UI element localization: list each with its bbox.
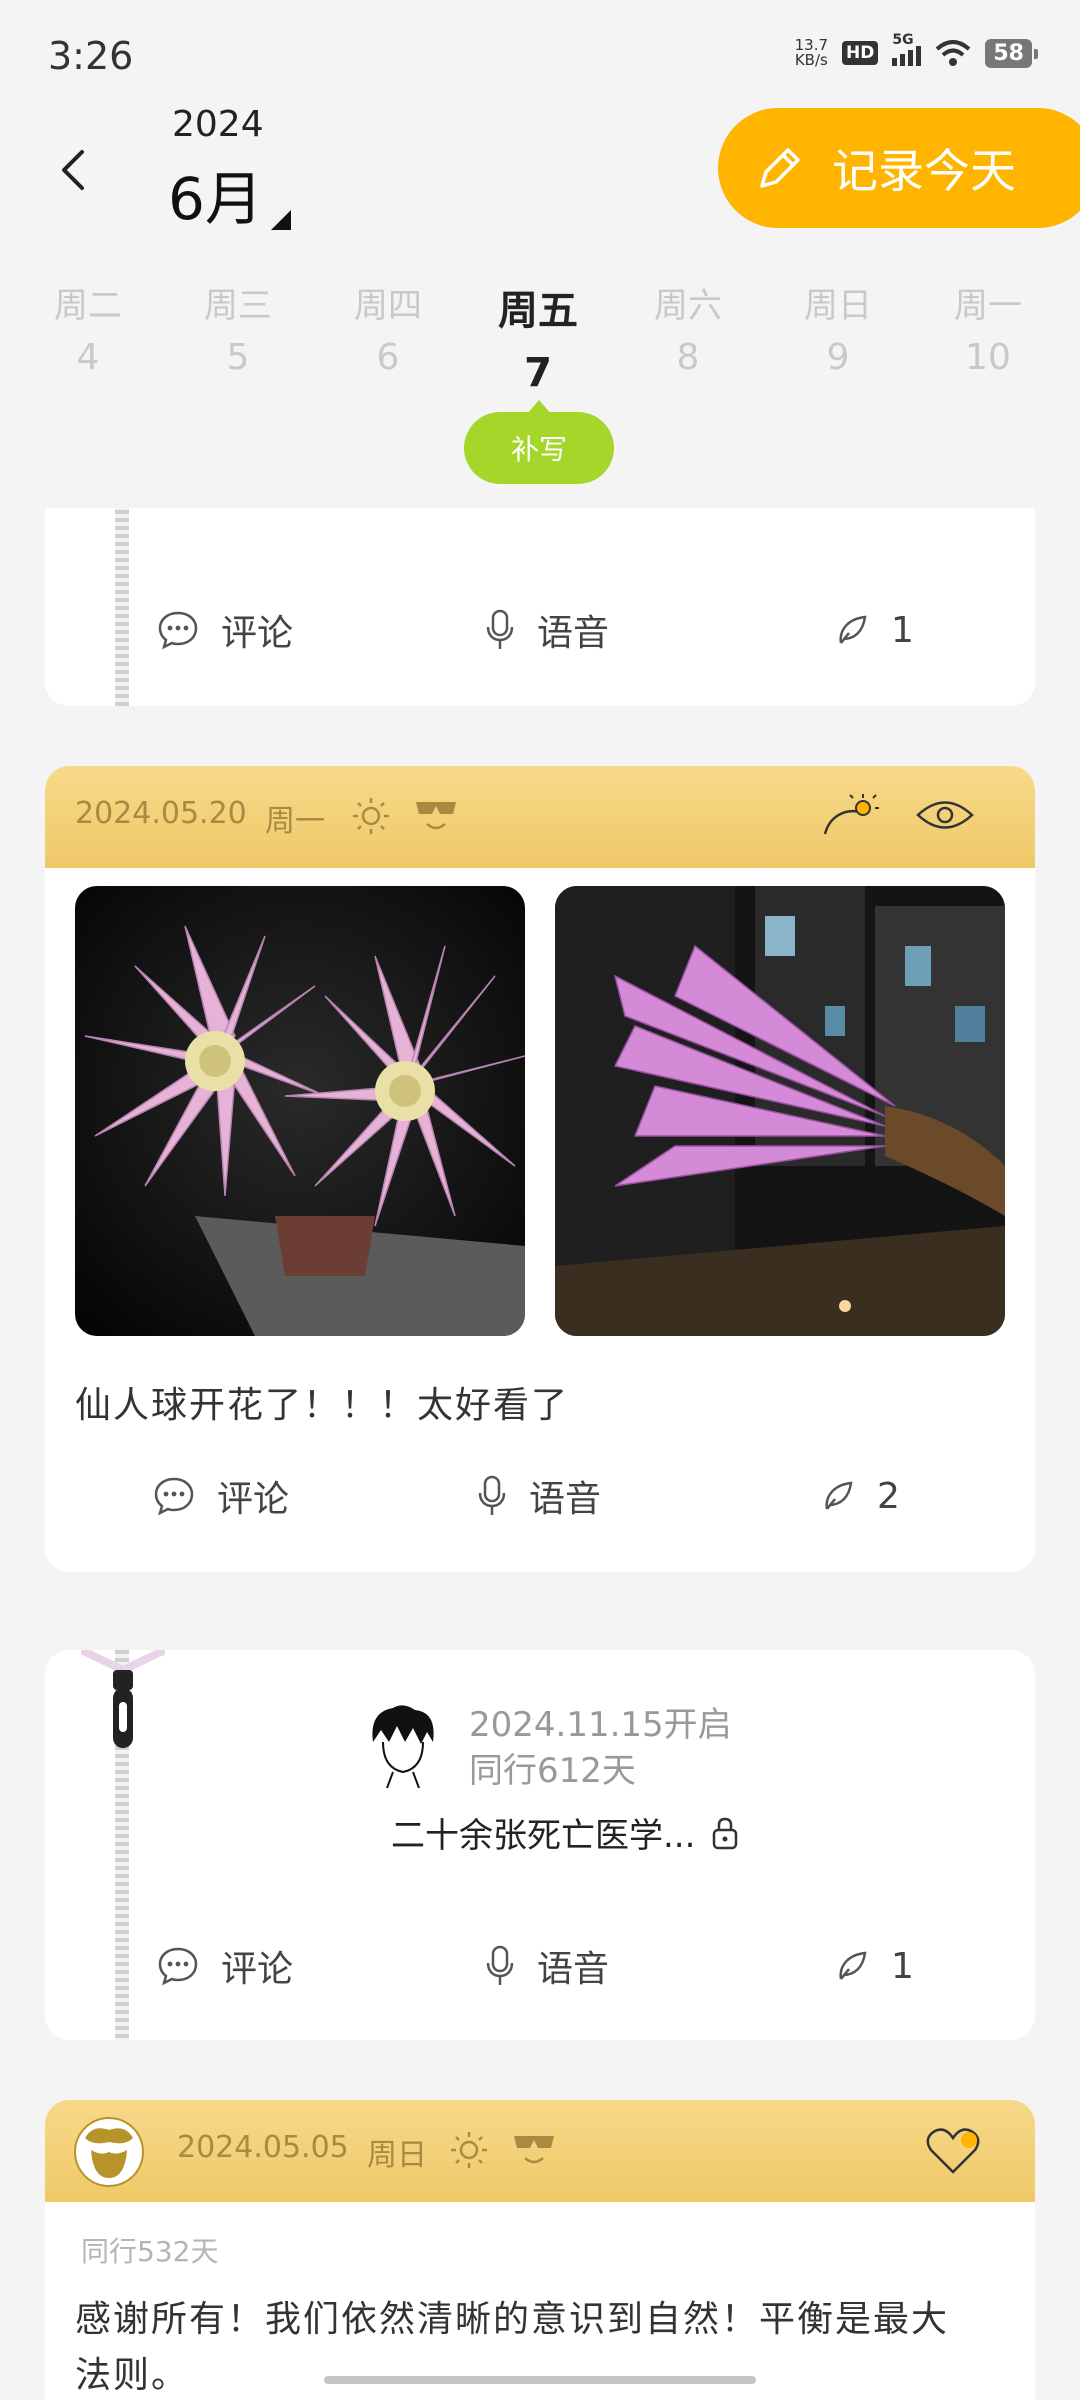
status-bar: 3:26 13.7 KB/s HD 5G 58 xyxy=(0,0,1080,110)
avatar[interactable] xyxy=(363,1702,443,1788)
comment-icon xyxy=(158,1947,198,1986)
photo-cactus-bud[interactable] xyxy=(555,886,1005,1336)
card-actions: 评论 语音 1 xyxy=(45,1926,1035,2006)
diary-card[interactable]: 2024.05.20 周一 仙人球开花了！！！太好看了 评论 语音 2 xyxy=(45,766,1035,1572)
day-fri-selected[interactable]: 周五 7 xyxy=(488,278,588,396)
day-sat[interactable]: 周六 8 xyxy=(638,278,738,378)
cool-face-icon xyxy=(416,802,456,830)
entry-date: 2024.05.20 xyxy=(75,796,247,831)
back-button[interactable] xyxy=(48,140,98,200)
entry-weekday: 周一 xyxy=(265,804,325,839)
comment-button[interactable]: 评论 xyxy=(157,590,293,670)
diary-card[interactable]: 2024.05.05 周日 同行532天 感谢所有！我们依然清晰的意识到自然！平… xyxy=(45,2100,1035,2400)
cool-face-icon xyxy=(514,2136,554,2164)
capsule-open-date: 2024.11.15开启 xyxy=(469,1705,732,1745)
sunrise-mood-icon[interactable] xyxy=(821,790,881,840)
cactus-flower-image xyxy=(75,886,525,1336)
day-tue[interactable]: 周二 4 xyxy=(38,278,138,378)
capsule-info: 2024.11.15开启 同行612天 xyxy=(469,1702,732,1794)
dropdown-triangle-icon xyxy=(270,210,291,230)
card-actions: 评论 语音 2 xyxy=(45,1456,1035,1536)
record-today-button[interactable]: 记录今天 xyxy=(718,108,1080,228)
microphone-icon xyxy=(486,609,514,649)
status-time: 3:26 xyxy=(48,34,134,78)
battery-icon: 58 xyxy=(985,38,1038,68)
comment-button[interactable]: 评论 xyxy=(157,1926,293,2006)
comment-icon xyxy=(158,611,198,650)
wifi-icon xyxy=(936,40,971,66)
diary-feed[interactable]: 评论 语音 1 2024.05.20 周一 仙人球开花了！！！太好看了 评论 语… xyxy=(0,508,1080,2400)
voice-button[interactable]: 语音 xyxy=(477,1456,601,1536)
reply-count[interactable]: 1 xyxy=(835,1926,914,2006)
capsule-title: 二十余张死亡医学... xyxy=(391,1808,739,1857)
card-header: 2024.05.20 周一 xyxy=(45,766,1035,868)
net-speed: 13.7 KB/s xyxy=(794,36,829,69)
home-indicator[interactable] xyxy=(324,2376,756,2384)
microphone-icon xyxy=(486,1945,514,1985)
card-header: 2024.05.05 周日 xyxy=(45,2100,1035,2202)
reply-count[interactable]: 1 xyxy=(835,590,914,670)
zipper-pull-icon[interactable] xyxy=(81,1650,165,1760)
hd-icon: HD xyxy=(842,41,879,65)
comment-icon xyxy=(154,1477,194,1516)
entry-weekday: 周日 xyxy=(367,2138,427,2173)
sun-icon xyxy=(451,2132,487,2168)
day-sun[interactable]: 周日 9 xyxy=(788,278,888,378)
microphone-icon xyxy=(478,1475,506,1515)
month-selector[interactable]: 6月 xyxy=(168,152,291,236)
leaf-reply-icon xyxy=(825,1481,853,1510)
voice-button[interactable]: 语音 xyxy=(485,590,609,670)
capsule-card[interactable]: 2024.11.15开启 同行612天 二十余张死亡医学... 评论 语音 1 xyxy=(45,1650,1035,2040)
entry-text: 仙人球开花了！！！太好看了 xyxy=(75,1385,570,1426)
week-strip: 周二 4 周三 5 周四 6 周五 7 周六 8 周日 9 周一 10 xyxy=(38,278,1068,396)
photo-cactus-flowers[interactable] xyxy=(75,886,525,1336)
status-icons: 13.7 KB/s HD 5G 58 xyxy=(794,32,1038,69)
record-today-label: 记录今天 xyxy=(832,144,1016,198)
leaf-reply-icon xyxy=(839,615,867,644)
reply-count[interactable]: 2 xyxy=(821,1456,900,1536)
companion-days: 同行532天 xyxy=(81,2235,219,2268)
year-label: 2024 xyxy=(172,104,264,145)
chevron-left-icon xyxy=(62,150,84,190)
supplement-button[interactable]: 补写 xyxy=(464,400,614,484)
entry-date: 2024.05.05 xyxy=(177,2130,349,2165)
eye-icon[interactable] xyxy=(915,796,975,834)
capsule-card-partial[interactable]: 评论 语音 1 xyxy=(45,508,1035,706)
capsule-companion-days: 同行612天 xyxy=(469,1751,636,1791)
sun-icon xyxy=(353,798,389,834)
cactus-bud-image xyxy=(555,886,1005,1336)
leaf-reply-icon xyxy=(839,1951,867,1980)
day-thu[interactable]: 周四 6 xyxy=(338,278,438,378)
day-wed[interactable]: 周三 5 xyxy=(188,278,288,378)
pencil-icon xyxy=(760,148,800,188)
day-mon[interactable]: 周一 10 xyxy=(938,278,1038,378)
signal-icon: 5G xyxy=(892,32,922,66)
heart-icon[interactable] xyxy=(925,2126,981,2176)
month-label: 6月 xyxy=(168,165,263,233)
avatar[interactable] xyxy=(73,2116,145,2188)
card-actions: 评论 语音 1 xyxy=(45,590,1035,670)
voice-button[interactable]: 语音 xyxy=(485,1926,609,2006)
comment-button[interactable]: 评论 xyxy=(153,1456,289,1536)
lock-icon xyxy=(713,1817,738,1849)
